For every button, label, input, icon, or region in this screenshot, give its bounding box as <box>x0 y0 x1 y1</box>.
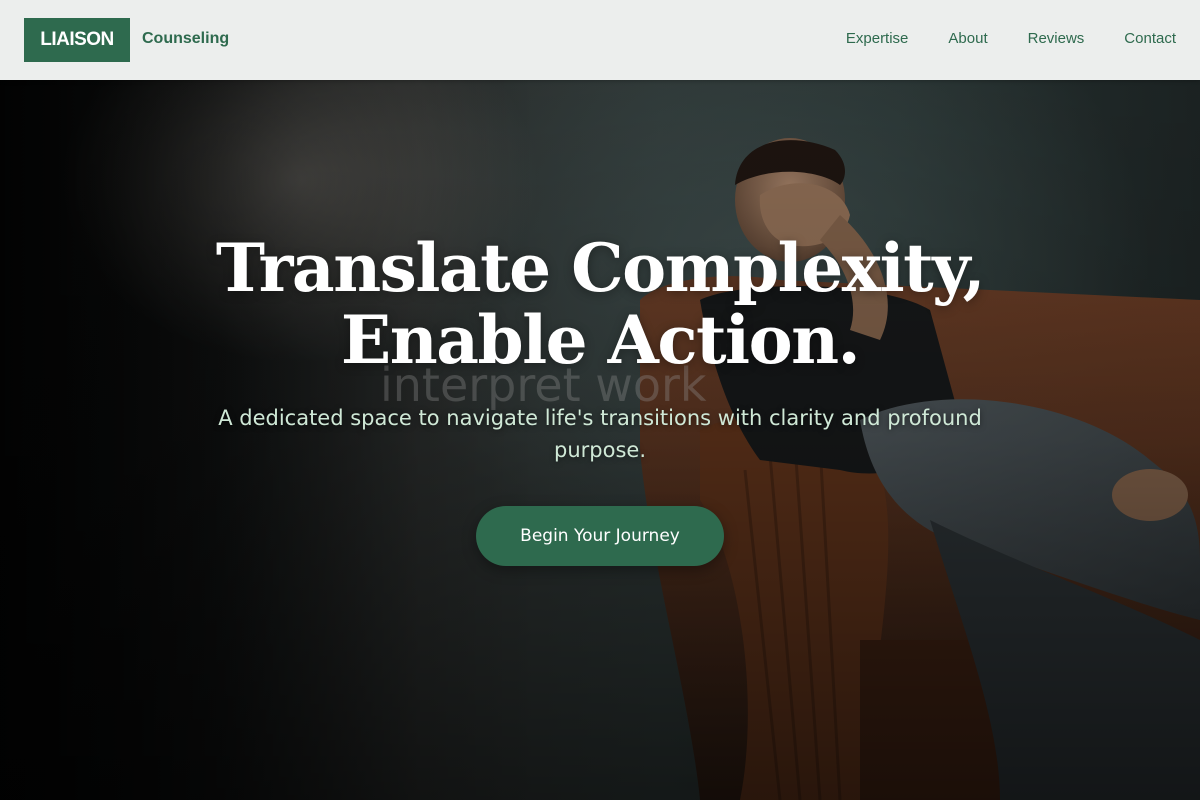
hero-headline-line1: Translate Complexity, <box>215 229 986 307</box>
nav-link-about[interactable]: About <box>948 30 987 47</box>
hero-headline: Translate Complexity, Enable Action. <box>150 232 1050 376</box>
begin-journey-button[interactable]: Begin Your Journey <box>476 506 724 566</box>
nav-link-contact[interactable]: Contact <box>1124 30 1176 47</box>
site-header: LIAISON Counseling Expertise About Revie… <box>0 0 1200 80</box>
page: LIAISON Counseling Expertise About Revie… <box>0 0 1200 800</box>
logo-text: LIAISON <box>40 29 114 50</box>
hero-headline-line2: Enable Action. <box>340 301 861 379</box>
main-nav: Expertise About Reviews Contact <box>846 30 1176 47</box>
hero-section: interpret work Translate Complexity, Ena… <box>0 80 1200 800</box>
hero-subheadline: A dedicated space to navigate life's tra… <box>218 406 982 462</box>
nav-link-reviews[interactable]: Reviews <box>1028 30 1085 47</box>
nav-link-expertise[interactable]: Expertise <box>846 30 909 47</box>
logo-subtitle: Counseling <box>142 30 230 47</box>
logo[interactable]: LIAISON <box>24 18 130 62</box>
